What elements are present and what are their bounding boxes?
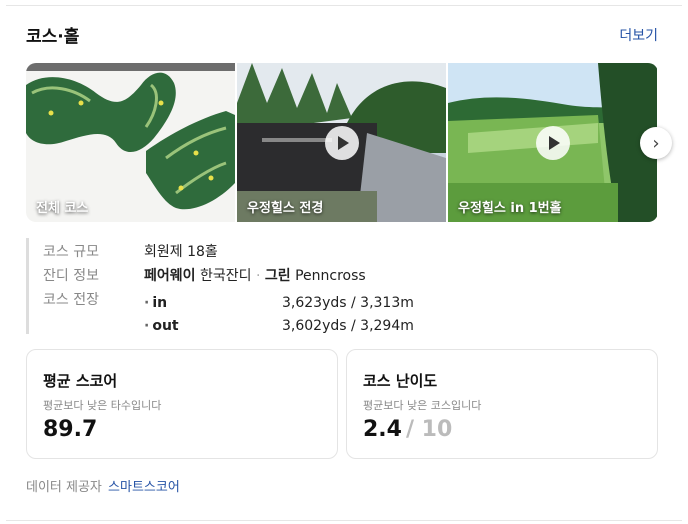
gallery-item-hole1-video[interactable]: 우정힐스 in 1번홀 [448,63,657,222]
course-size-label: 코스 규모 [43,244,99,260]
play-icon[interactable] [535,125,570,160]
data-provider: 데이터 제공자 스마트스코어 [26,476,180,495]
grass-info-label: 잔디 정보 [43,268,99,284]
difficulty-desc: 평균보다 낮은 코스입니다 [363,399,482,412]
average-score-desc: 평균보다 낮은 타수입니다 [43,399,162,412]
in-label: in [144,295,167,311]
out-length-value: 3,602yds / 3,294m [282,318,414,334]
gallery-caption: 우정힐스 in 1번홀 [458,201,562,216]
average-score-title: 평균 스코어 [43,372,118,390]
green-value: Penncross [295,268,366,284]
gallery-caption: 전체 코스 [36,201,89,216]
course-gallery: 전체 코스 우정힐스 전경 우정힐스 in 1번홀 [26,63,658,222]
out-label: out [144,318,178,334]
gallery-item-overview-video[interactable]: 우정힐스 전경 [237,63,446,222]
average-score-value: 89.7 [43,417,98,442]
fairway-label: 페어웨이 [144,268,196,284]
course-hole-card: 코스·홀 더보기 전체 코스 우정힐스 전경 우정힐스 in 1번홀 › 코스 … [6,5,682,521]
gallery-caption: 우정힐스 전경 [247,201,324,216]
grass-info-value: 페어웨이 한국잔디 · 그린 Penncross [144,265,366,285]
course-size-value: 회원제 18홀 [144,244,218,260]
course-length-label: 코스 전장 [43,292,99,308]
chevron-right-icon: › [652,132,660,154]
more-link[interactable]: 더보기 [619,25,658,45]
average-score-box: 평균 스코어 평균보다 낮은 타수입니다 89.7 [26,349,338,459]
play-icon[interactable] [324,125,359,160]
difficulty-title: 코스 난이도 [363,372,438,390]
gallery-next-button[interactable]: › [640,127,672,159]
course-info: 코스 규모 회원제 18홀 잔디 정보 페어웨이 한국잔디 · 그린 Pennc… [26,238,429,334]
gallery-item-course-map[interactable]: 전체 코스 [26,63,235,222]
in-length-value: 3,623yds / 3,313m [282,295,414,311]
difficulty-score: 2.4 [363,417,402,442]
difficulty-max: / 10 [405,417,453,442]
difficulty-value: 2.4/ 10 [363,417,452,442]
fairway-value: 한국잔디 [199,268,252,284]
green-label: 그린 [264,268,291,284]
section-title: 코스·홀 [26,27,80,47]
data-provider-label: 데이터 제공자 [26,480,102,495]
provider-link[interactable]: 스마트스코어 [108,480,180,495]
separator-dot: · [255,268,261,284]
difficulty-box: 코스 난이도 평균보다 낮은 코스입니다 2.4/ 10 [346,349,658,459]
